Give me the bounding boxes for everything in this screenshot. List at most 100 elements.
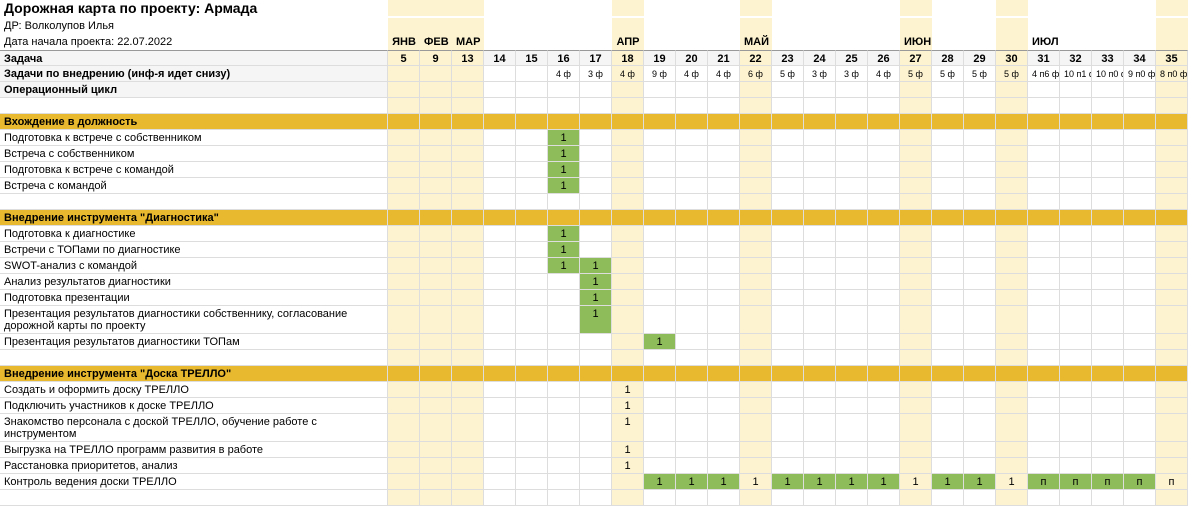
gantt-cell xyxy=(836,226,868,242)
gantt-cell xyxy=(964,414,996,442)
task-label: Подготовка презентации xyxy=(0,290,388,306)
gantt-cell xyxy=(420,334,452,350)
gantt-cell xyxy=(1156,442,1188,458)
gantt-cell xyxy=(900,306,932,334)
gantt-cell xyxy=(900,290,932,306)
gantt-cell xyxy=(548,334,580,350)
gantt-cell: 1 xyxy=(548,146,580,162)
gantt-cell xyxy=(1028,146,1060,162)
gantt-cell xyxy=(964,382,996,398)
gantt-cell xyxy=(1092,398,1124,414)
gantt-cell xyxy=(1156,146,1188,162)
gantt-cell xyxy=(644,130,676,146)
gantt-cell xyxy=(1156,398,1188,414)
gantt-cell xyxy=(804,458,836,474)
gantt-cell xyxy=(836,242,868,258)
month-header xyxy=(1124,34,1156,50)
gantt-cell xyxy=(676,334,708,350)
gantt-cell xyxy=(740,414,772,442)
gantt-cell xyxy=(1156,178,1188,194)
gantt-cell xyxy=(420,458,452,474)
gantt-cell xyxy=(580,178,612,194)
gantt-cell xyxy=(548,382,580,398)
gantt-cell xyxy=(868,442,900,458)
gantt-cell: 1 xyxy=(900,474,932,490)
gantt-cell xyxy=(484,306,516,334)
gantt-cell xyxy=(900,178,932,194)
gantt-cell xyxy=(964,290,996,306)
gantt-cell xyxy=(548,474,580,490)
gantt-cell xyxy=(1156,290,1188,306)
gantt-cell xyxy=(932,442,964,458)
gantt-cell xyxy=(580,458,612,474)
gantt-cell xyxy=(708,226,740,242)
gantt-cell xyxy=(548,290,580,306)
gantt-cell xyxy=(1156,130,1188,146)
gantt-cell xyxy=(676,382,708,398)
gantt-cell xyxy=(772,162,804,178)
gantt-cell xyxy=(740,334,772,350)
gantt-cell: 1 xyxy=(772,474,804,490)
gantt-cell: 1 xyxy=(740,474,772,490)
week-header: 16 xyxy=(548,50,580,66)
gantt-cell xyxy=(708,130,740,146)
gantt-cell xyxy=(420,274,452,290)
gantt-cell xyxy=(1060,458,1092,474)
gantt-cell xyxy=(708,382,740,398)
gantt-cell: 1 xyxy=(612,442,644,458)
gantt-cell xyxy=(964,242,996,258)
gantt-cell xyxy=(612,474,644,490)
gantt-cell xyxy=(932,306,964,334)
gantt-cell xyxy=(868,258,900,274)
gantt-cell: 1 xyxy=(612,458,644,474)
gantt-cell xyxy=(1156,458,1188,474)
gantt-cell xyxy=(900,334,932,350)
gantt-cell xyxy=(868,242,900,258)
gantt-cell xyxy=(964,306,996,334)
gantt-cell xyxy=(740,258,772,274)
gantt-cell xyxy=(612,146,644,162)
gantt-cell xyxy=(644,306,676,334)
week-header: 35 xyxy=(1156,50,1188,66)
gantt-cell xyxy=(708,274,740,290)
gantt-cell xyxy=(1060,162,1092,178)
gantt-cell xyxy=(580,442,612,458)
task-label: Подготовка к диагностике xyxy=(0,226,388,242)
gantt-cell xyxy=(388,178,420,194)
gantt-cell xyxy=(740,382,772,398)
gantt-cell xyxy=(708,258,740,274)
week-header: 33 xyxy=(1092,50,1124,66)
gantt-cell xyxy=(1156,258,1188,274)
gantt-cell xyxy=(516,242,548,258)
gantt-cell xyxy=(708,398,740,414)
gantt-cell: 1 xyxy=(644,474,676,490)
gantt-cell xyxy=(1028,398,1060,414)
task-label: Анализ результатов диагностики xyxy=(0,274,388,290)
gantt-cell xyxy=(612,274,644,290)
gantt-cell xyxy=(612,290,644,306)
gantt-cell xyxy=(996,242,1028,258)
gantt-cell xyxy=(900,458,932,474)
gantt-cell xyxy=(1124,130,1156,146)
gantt-cell xyxy=(612,334,644,350)
gantt-cell: 1 xyxy=(964,474,996,490)
week-header: 32 xyxy=(1060,50,1092,66)
gantt-cell: 1 xyxy=(580,306,612,334)
week-header: 24 xyxy=(804,50,836,66)
gantt-cell xyxy=(676,274,708,290)
gantt-cell xyxy=(548,442,580,458)
task-label: Подготовка к встрече с собственником xyxy=(0,130,388,146)
week-header: 22 xyxy=(740,50,772,66)
month-header xyxy=(804,34,836,50)
gantt-cell xyxy=(900,398,932,414)
gantt-cell xyxy=(484,146,516,162)
month-header xyxy=(484,34,516,50)
gantt-cell: 1 xyxy=(708,474,740,490)
gantt-cell xyxy=(516,146,548,162)
gantt-cell xyxy=(1028,258,1060,274)
gantt-cell xyxy=(836,382,868,398)
gantt-cell xyxy=(516,334,548,350)
gantt-cell: 1 xyxy=(804,474,836,490)
gantt-cell xyxy=(964,334,996,350)
gantt-cell xyxy=(676,146,708,162)
